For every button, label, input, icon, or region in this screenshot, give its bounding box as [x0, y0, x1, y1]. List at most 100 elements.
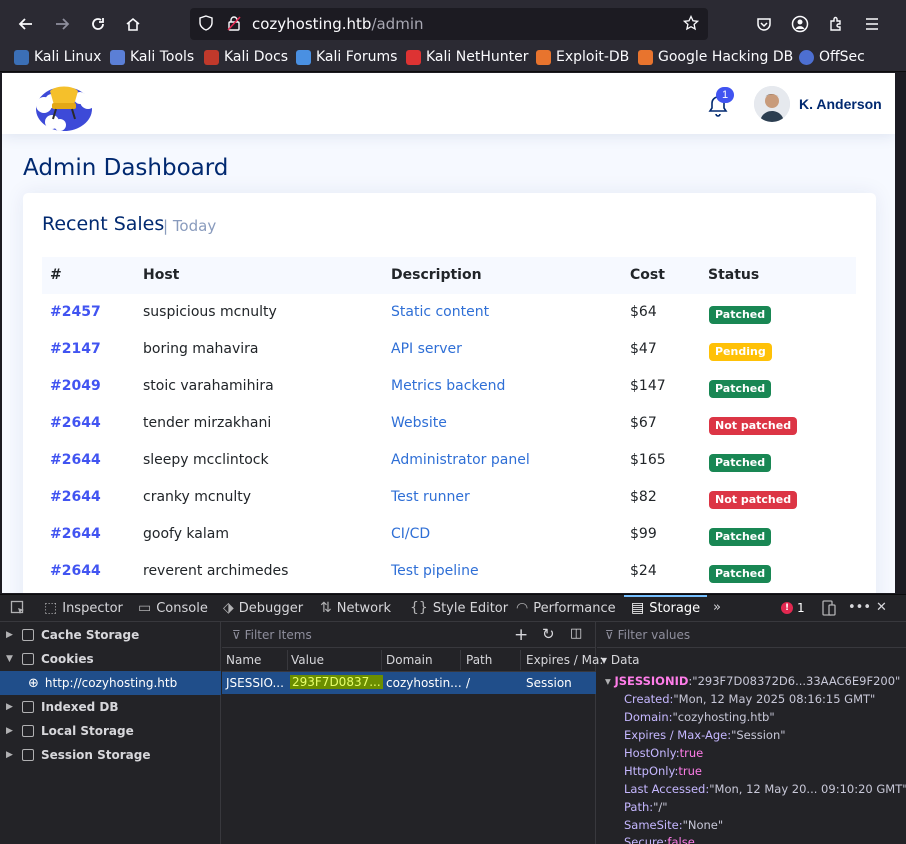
cookie-row[interactable]: JSESSIO... 293F7D0837... cozyhostin... /… [222, 672, 596, 694]
description-link[interactable]: Metrics backend [391, 378, 505, 394]
responsive-mode-icon[interactable] [822, 600, 836, 616]
table-row: #2147 boring mahavira API server $47 Pending [42, 331, 856, 368]
column-divider[interactable] [381, 650, 382, 670]
bookmark-kali-nethunter[interactable]: Kali NetHunter [406, 49, 528, 65]
column-divider[interactable] [287, 650, 288, 670]
user-name[interactable]: K. Anderson [799, 96, 882, 112]
tree-item-cache-storage[interactable]: ▶ Cache Storage [0, 623, 221, 647]
data-row[interactable]: Secure:false [624, 835, 695, 844]
tree-item-cookies[interactable]: ▼ Cookies [0, 647, 221, 671]
cozy-hosting-logo[interactable] [30, 75, 100, 133]
error-icon: ! [781, 602, 793, 614]
description-link[interactable]: Static content [391, 304, 489, 320]
data-key: HttpOnly: [624, 764, 679, 778]
insecure-lock-icon[interactable] [226, 15, 242, 35]
expand-arrow-icon[interactable]: ▶ [6, 630, 18, 640]
description-link[interactable]: Test runner [391, 489, 470, 505]
data-section-header[interactable]: ▾ Data [601, 653, 640, 667]
data-value: "cozyhosting.htb" [672, 710, 775, 724]
options-menu-icon[interactable]: ••• [848, 600, 871, 615]
database-icon [22, 653, 34, 665]
tree-label: Indexed DB [41, 700, 119, 714]
add-item-icon[interactable]: + [514, 625, 528, 645]
avatar[interactable] [754, 86, 790, 122]
url-host: cozyhosting.htb [252, 15, 372, 33]
menu-hamburger-icon[interactable] [858, 10, 886, 38]
column-header-path[interactable]: Path [466, 653, 492, 667]
account-icon[interactable] [786, 10, 814, 38]
url-bar[interactable]: cozyhosting.htb/admin [190, 8, 708, 40]
refresh-items-icon[interactable]: ↻ [542, 625, 555, 643]
tree-item-indexed-db[interactable]: ▶ Indexed DB [0, 695, 221, 719]
order-id-link[interactable]: #2644 [50, 563, 101, 579]
column-divider[interactable] [520, 650, 521, 670]
collapse-arrow-icon[interactable]: ▼ [6, 654, 18, 664]
data-key: JSESSIONID [614, 674, 689, 688]
data-row[interactable]: HostOnly:true [624, 746, 703, 760]
bookmark-offsec[interactable]: OffSec [799, 49, 865, 65]
tree-item-cookie-host[interactable]: ⊕ http://cozyhosting.htb [0, 671, 221, 695]
data-row[interactable]: Last Accessed:"Mon, 12 May 20... 09:10:2… [624, 782, 906, 796]
order-id-link[interactable]: #2147 [50, 341, 101, 357]
bookmark-google-hacking-db[interactable]: Google Hacking DB [638, 49, 793, 65]
tab-storage[interactable]: ▤ Storage [631, 600, 700, 616]
element-picker-icon[interactable] [10, 600, 26, 616]
data-row[interactable]: Path:"/" [624, 800, 668, 814]
home-icon[interactable] [119, 10, 147, 38]
tree-item-session-storage[interactable]: ▶ Session Storage [0, 743, 221, 767]
star-bookmark-icon[interactable] [682, 14, 700, 35]
column-header-domain[interactable]: Domain [386, 653, 433, 667]
order-id-link[interactable]: #2644 [50, 526, 101, 542]
error-count-badge[interactable]: ! 1 [781, 601, 805, 615]
data-row[interactable]: HttpOnly:true [624, 764, 702, 778]
bookmark-kali-forums[interactable]: Kali Forums [296, 49, 397, 65]
description-link[interactable]: Test pipeline [391, 563, 479, 579]
data-row[interactable]: Created:"Mon, 12 May 2025 08:16:15 GMT" [624, 692, 875, 706]
description-link[interactable]: CI/CD [391, 526, 430, 542]
tab-inspector[interactable]: ⬚ Inspector [44, 600, 123, 616]
description-link[interactable]: API server [391, 341, 462, 357]
tab-style-editor[interactable]: {} Style Editor [410, 600, 508, 616]
data-root-row[interactable]: ▾ JSESSIONID:"293F7D08372D6...33AAC6E9F2… [605, 674, 900, 688]
reload-icon[interactable] [84, 10, 112, 38]
order-id-link[interactable]: #2457 [50, 304, 101, 320]
tab-network[interactable]: ⇅ Network [320, 600, 391, 616]
expand-arrow-icon[interactable]: ▶ [6, 702, 18, 712]
filter-items-input[interactable]: ⊽ Filter Items [232, 628, 312, 642]
data-row[interactable]: SameSite:"None" [624, 818, 723, 832]
column-header-name[interactable]: Name [226, 653, 261, 667]
toggle-sidebar-icon[interactable]: ◫ [570, 626, 582, 641]
bookmark-kali-tools[interactable]: Kali Tools [110, 49, 194, 65]
description-link[interactable]: Website [391, 415, 447, 431]
tree-item-local-storage[interactable]: ▶ Local Storage [0, 719, 221, 743]
tab-console[interactable]: ▭ Console [138, 600, 208, 616]
expand-arrow-icon[interactable]: ▶ [6, 750, 18, 760]
extensions-icon[interactable] [822, 10, 850, 38]
expand-arrow-icon[interactable]: ▶ [6, 726, 18, 736]
order-id-link[interactable]: #2644 [50, 452, 101, 468]
url-text[interactable]: cozyhosting.htb/admin [252, 15, 424, 33]
close-devtools-icon[interactable]: ✕ [876, 600, 887, 615]
more-tabs-chevron-icon[interactable]: » [713, 600, 721, 615]
bookmark-kali-docs[interactable]: Kali Docs [204, 49, 288, 65]
bookmark-kali-linux[interactable]: Kali Linux [14, 49, 101, 65]
column-header-expires[interactable]: Expires / Ma: [526, 653, 603, 667]
order-id-link[interactable]: #2049 [50, 378, 101, 394]
tab-performance[interactable]: ◠ Performance [516, 600, 616, 616]
order-id-link[interactable]: #2644 [50, 415, 101, 431]
bookmark-exploit-db[interactable]: Exploit-DB [536, 49, 629, 65]
tab-debugger[interactable]: ⬗ Debugger [223, 600, 303, 616]
column-divider[interactable] [460, 650, 461, 670]
database-icon [22, 725, 34, 737]
pocket-icon[interactable] [750, 10, 778, 38]
filter-values-input[interactable]: ⊽ Filter values [605, 628, 690, 642]
shield-icon[interactable] [198, 15, 214, 35]
description-link[interactable]: Administrator panel [391, 452, 530, 468]
column-header-value[interactable]: Value [291, 653, 324, 667]
back-arrow-icon[interactable] [12, 10, 40, 38]
order-id-link[interactable]: #2644 [50, 489, 101, 505]
cookie-value[interactable]: 293F7D0837... [290, 675, 383, 689]
data-row[interactable]: Expires / Max-Age:"Session" [624, 728, 786, 742]
forward-arrow-icon[interactable] [48, 10, 76, 38]
data-row[interactable]: Domain:"cozyhosting.htb" [624, 710, 775, 724]
